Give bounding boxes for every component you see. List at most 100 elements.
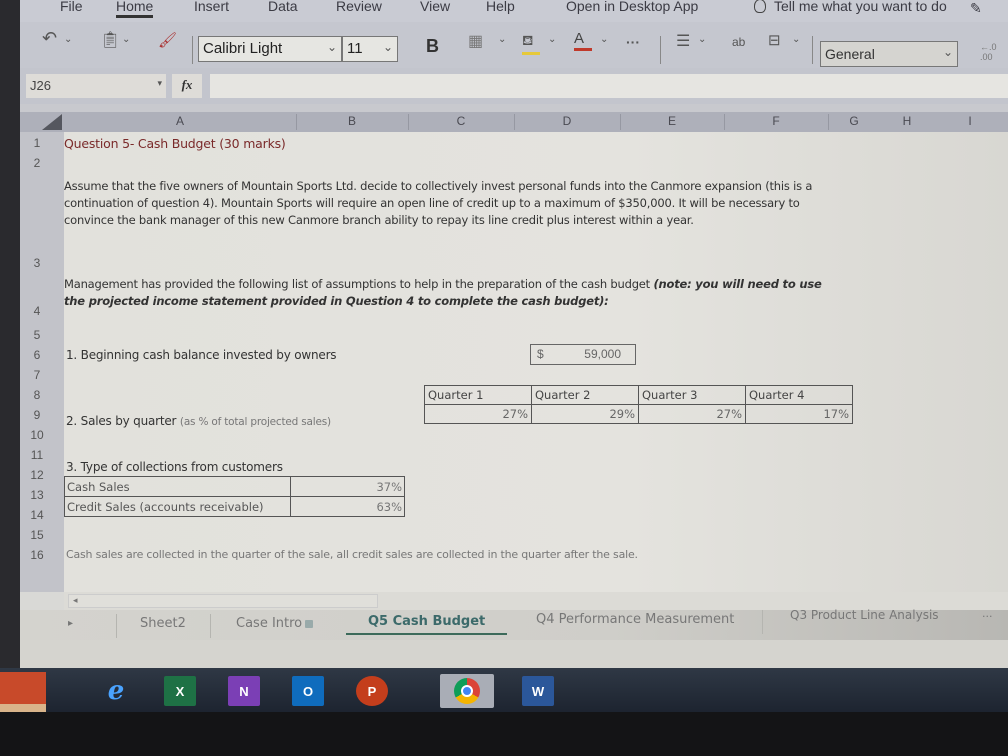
select-all-corner[interactable] <box>42 114 62 130</box>
increase-decimal-icon[interactable]: ←.0.00 <box>980 42 997 62</box>
quarter-header[interactable]: Quarter 3 <box>638 385 746 405</box>
more-options-button[interactable]: ··· <box>626 34 640 50</box>
column-header-h[interactable]: H <box>880 114 934 128</box>
row-header[interactable]: 4 <box>20 304 54 318</box>
bold-button[interactable]: B <box>426 36 439 57</box>
fill-dropdown-icon[interactable]: ⌄ <box>548 34 556 45</box>
column-header-f[interactable]: F <box>724 114 828 128</box>
sheet-tab-sheet2[interactable]: Sheet2 <box>140 616 186 631</box>
onenote-icon[interactable]: N <box>228 676 260 706</box>
tab-file[interactable]: File <box>60 0 83 18</box>
scroll-left-icon[interactable]: ◂ <box>73 595 78 606</box>
clipboard-icon[interactable]: 📋︎ <box>100 30 120 50</box>
row-header[interactable]: 5 <box>20 328 54 342</box>
font-color-swatch <box>574 48 592 51</box>
row-header[interactable]: 11 <box>20 448 54 462</box>
name-box[interactable]: J26 ▾ <box>26 74 166 98</box>
row-header[interactable]: 7 <box>20 368 54 382</box>
undo-icon[interactable]: ↶ <box>42 28 57 49</box>
column-header-b[interactable]: B <box>296 114 408 128</box>
borders-dropdown-icon[interactable]: ⌄ <box>498 34 506 45</box>
row-header[interactable]: 10 <box>20 428 54 442</box>
powerpoint-icon[interactable]: P <box>356 676 388 706</box>
cell-grid[interactable]: Question 5- Cash Budget (30 marks) Assum… <box>64 132 1008 592</box>
row-header[interactable]: 12 <box>20 468 54 482</box>
quarter-pct[interactable]: 27% <box>638 404 746 424</box>
tab-review[interactable]: Review <box>336 0 382 18</box>
row-header[interactable]: 8 <box>20 388 54 402</box>
chrome-icon[interactable] <box>440 674 494 708</box>
row-header[interactable]: 2 <box>20 156 54 170</box>
align-icon[interactable]: ☰ <box>676 31 690 51</box>
quarter-header[interactable]: Quarter 2 <box>531 385 639 405</box>
sheet-tab-q3-product-line[interactable]: Q3 Product Line Analysis <box>790 608 939 622</box>
item1-label: 1. Beginning cash balance invested by ow… <box>66 348 337 362</box>
clipboard-dropdown-icon[interactable]: ⌄ <box>122 34 130 45</box>
column-headers: A B C D E F G H I <box>20 112 1008 132</box>
quarter-pct[interactable]: 29% <box>531 404 639 424</box>
font-color-dropdown-icon[interactable]: ⌄ <box>600 34 608 45</box>
font-size-value: 11 <box>347 40 363 57</box>
tab-view[interactable]: View <box>420 0 450 18</box>
row-header[interactable]: 14 <box>20 508 54 522</box>
collection-type[interactable]: Credit Sales (accounts receivable) <box>64 496 291 517</box>
number-format-select[interactable]: General ⌄ <box>820 41 958 67</box>
word-icon[interactable]: W <box>522 676 554 706</box>
tab-help[interactable]: Help <box>486 0 515 18</box>
row-header[interactable]: 13 <box>20 488 54 502</box>
tell-me-search[interactable]: Tell me what you want to do <box>754 0 947 18</box>
font-name-select[interactable]: Calibri Light ⌄ <box>198 36 342 62</box>
toolbar-divider <box>812 36 813 64</box>
collection-pct[interactable]: 37% <box>290 476 405 497</box>
internet-explorer-icon[interactable]: e <box>100 676 132 706</box>
column-header-i[interactable]: I <box>950 114 990 128</box>
borders-icon[interactable]: ▦ <box>468 31 483 51</box>
tab-insert[interactable]: Insert <box>194 0 229 18</box>
tab-data[interactable]: Data <box>268 0 298 18</box>
column-header-a[interactable]: A <box>64 114 296 128</box>
scroll-tabs-right-icon[interactable]: ▸ <box>68 618 73 629</box>
merge-dropdown-icon[interactable]: ⌄ <box>792 34 800 45</box>
more-sheets-button[interactable]: ··· <box>982 610 993 623</box>
fill-color-button[interactable]: ⛾ <box>522 32 540 55</box>
sheet-tab-q4-performance[interactable]: Q4 Performance Measurement <box>536 612 734 627</box>
formula-input[interactable] <box>210 74 1008 98</box>
collection-type[interactable]: Cash Sales <box>64 476 291 497</box>
row-header[interactable]: 1 <box>20 136 54 150</box>
quarter-header[interactable]: Quarter 1 <box>424 385 532 405</box>
excel-icon[interactable]: X <box>164 676 196 706</box>
toolbar-divider <box>192 36 193 64</box>
chrome-logo-center <box>461 685 473 697</box>
font-size-select[interactable]: 11 ⌄ <box>342 36 398 62</box>
edit-pencil-icon[interactable]: ✎ <box>970 0 982 21</box>
row-header[interactable]: 15 <box>20 528 54 542</box>
row-header[interactable]: 6 <box>20 348 54 362</box>
format-painter-icon[interactable]: 🖌︎ <box>158 31 177 49</box>
tab-divider <box>210 614 211 638</box>
wrap-text-button[interactable]: ab <box>732 35 745 49</box>
open-in-desktop-app-button[interactable]: Open in Desktop App <box>566 0 698 18</box>
column-header-e[interactable]: E <box>620 114 724 128</box>
quarter-pct[interactable]: 17% <box>745 404 853 424</box>
column-header-g[interactable]: G <box>828 114 880 128</box>
horizontal-scrollbar[interactable]: ◂ <box>68 594 378 608</box>
undo-dropdown-icon[interactable]: ⌄ <box>64 34 72 45</box>
quarter-header[interactable]: Quarter 4 <box>745 385 853 405</box>
merge-cells-icon[interactable]: ⊟ <box>768 31 781 49</box>
row-header[interactable]: 16 <box>20 548 54 562</box>
windows-taskbar: e X N O P W <box>0 668 1008 712</box>
font-color-button[interactable]: A <box>574 30 592 51</box>
quarter-pct[interactable]: 27% <box>424 404 532 424</box>
align-dropdown-icon[interactable]: ⌄ <box>698 34 706 45</box>
tab-home[interactable]: Home <box>116 0 154 18</box>
sheet-tab-q5-cash-budget[interactable]: Q5 Cash Budget <box>346 614 508 635</box>
column-header-c[interactable]: C <box>408 114 514 128</box>
beginning-cash-cell[interactable]: $ 59,000 <box>530 344 636 365</box>
insert-function-button[interactable]: fx <box>172 74 202 98</box>
collection-pct[interactable]: 63% <box>290 496 405 517</box>
column-header-d[interactable]: D <box>514 114 620 128</box>
outlook-icon[interactable]: O <box>292 676 324 706</box>
sheet-tab-case-intro[interactable]: Case Intro <box>236 616 314 631</box>
row-header[interactable]: 9 <box>20 408 54 422</box>
row-header[interactable]: 3 <box>20 256 54 270</box>
